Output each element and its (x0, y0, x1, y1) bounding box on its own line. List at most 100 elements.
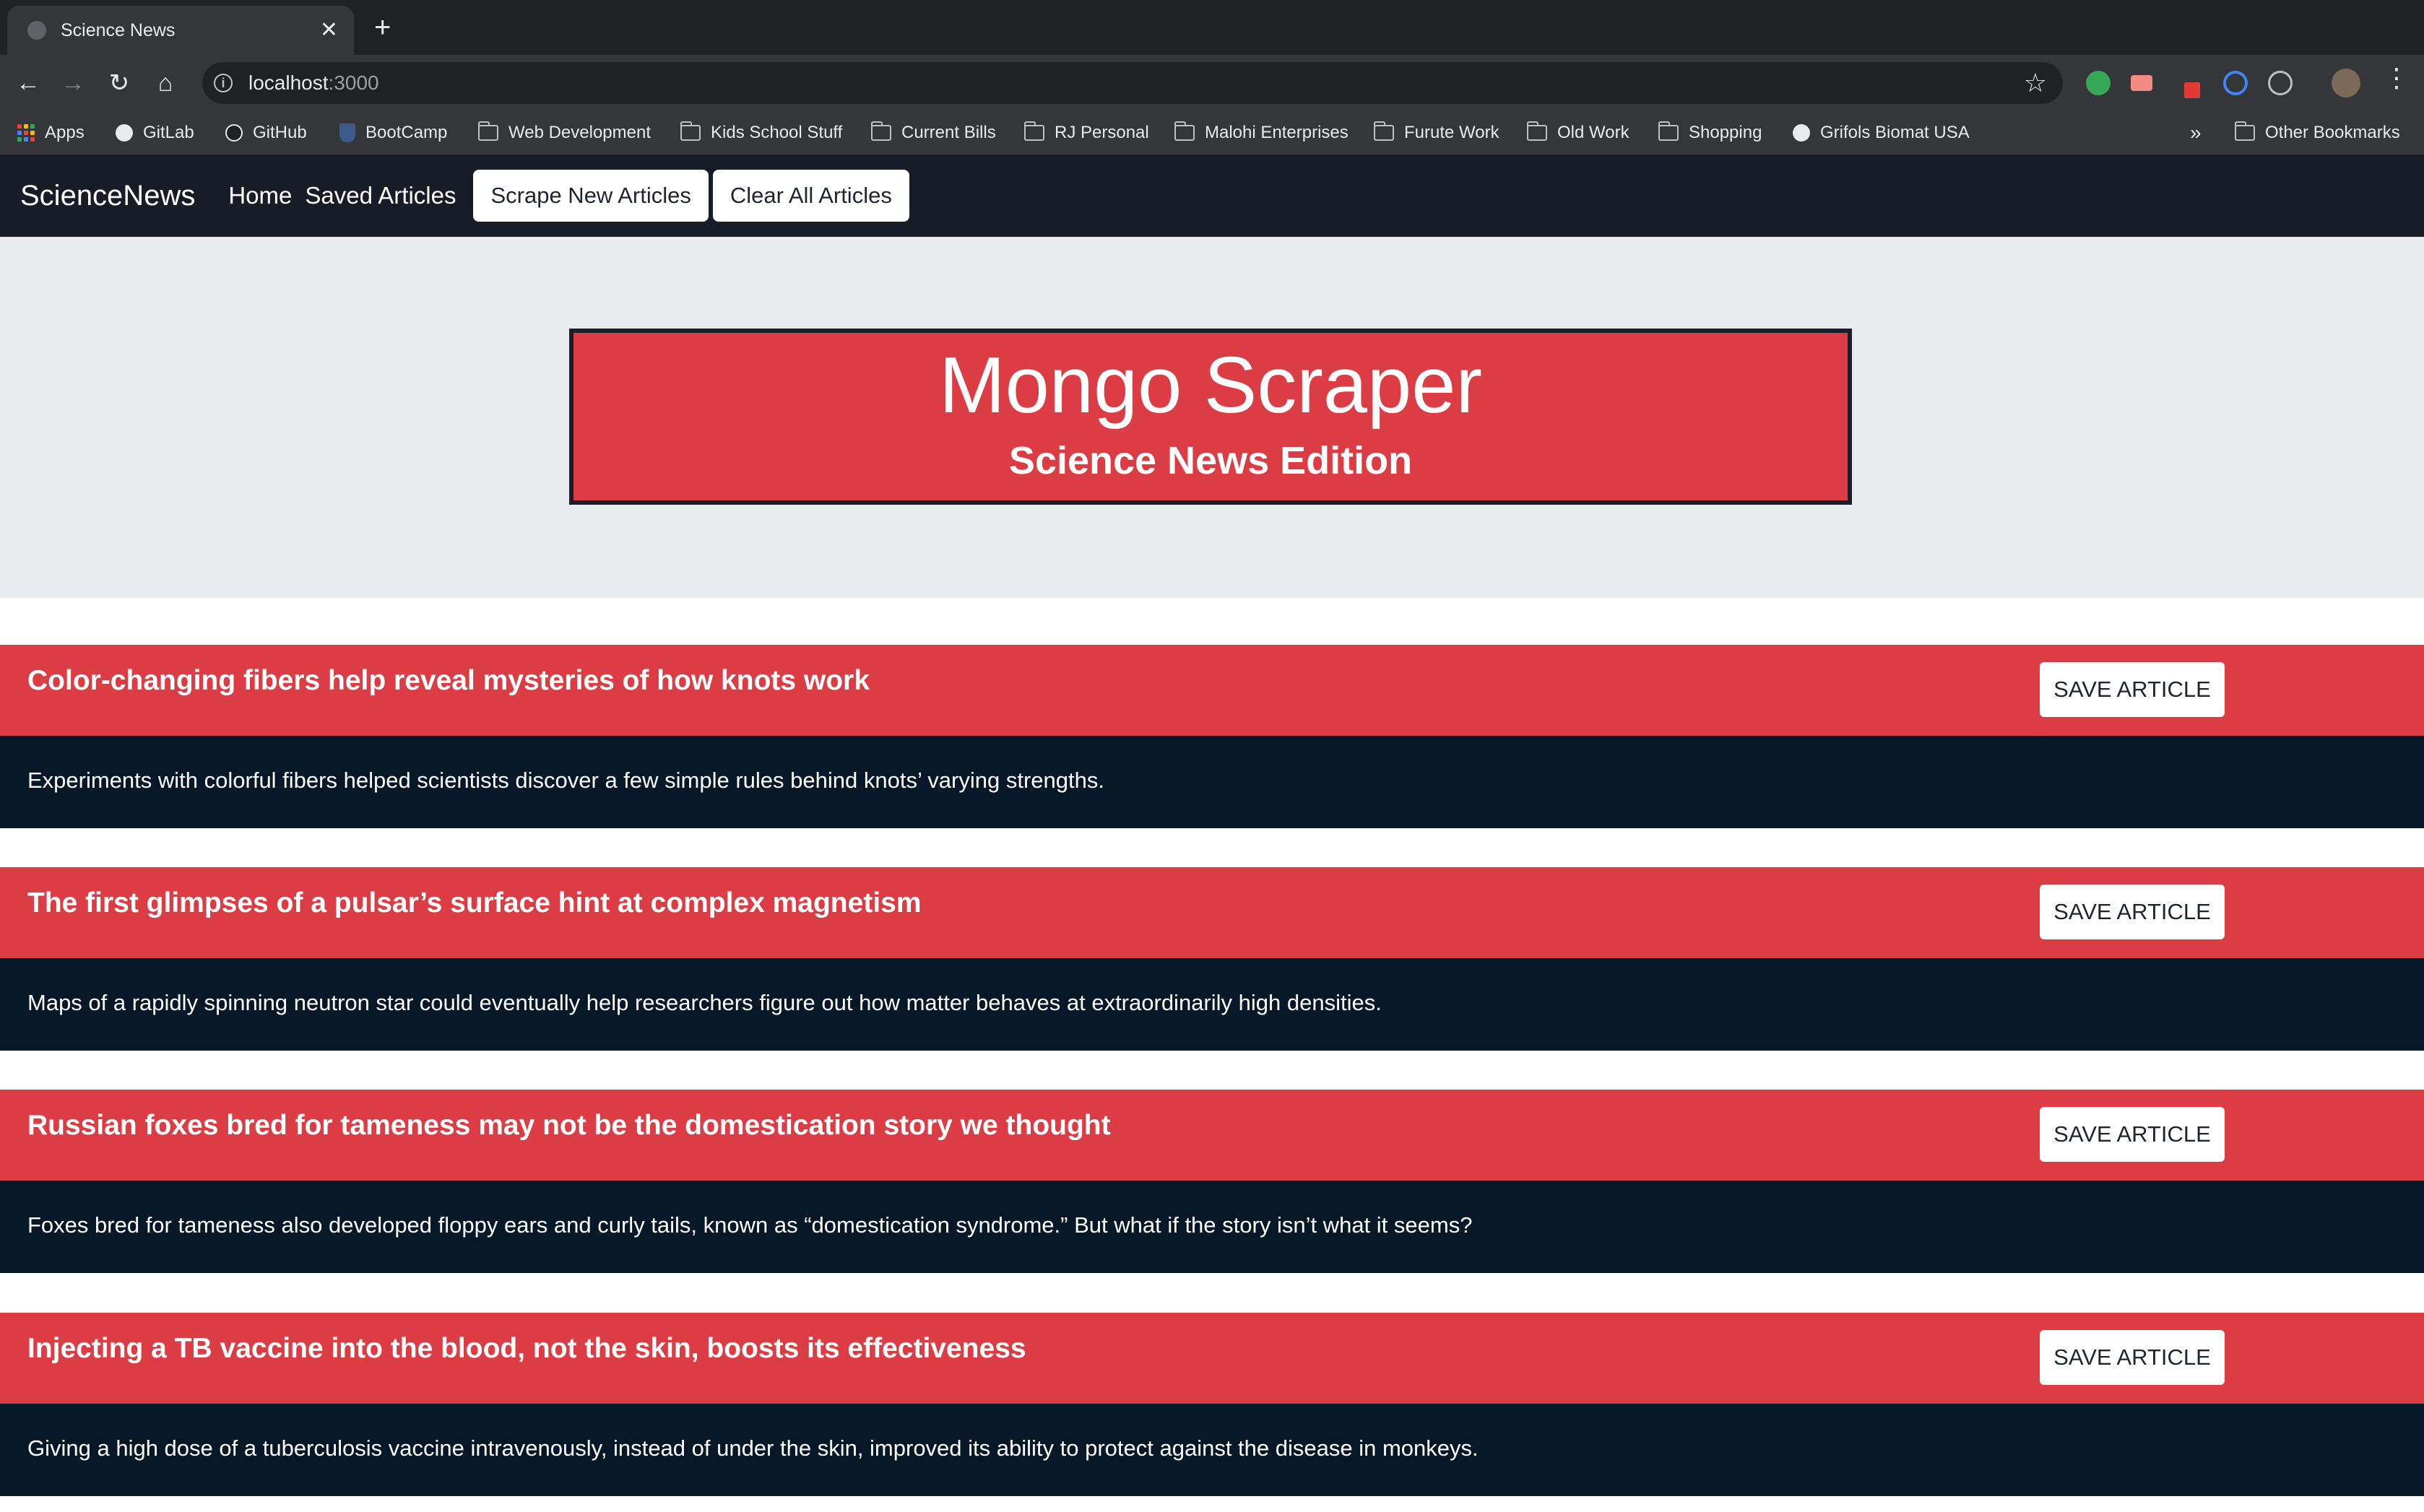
folder-icon (871, 121, 891, 141)
bookmark-label: Other Bookmarks (2265, 123, 2400, 142)
page-title: Mongo Scraper (938, 341, 1483, 430)
folder-icon (478, 121, 498, 141)
bookmark-label: GitLab (143, 123, 194, 142)
article-summary: Foxes bred for tameness also developed f… (27, 1212, 1473, 1238)
article-body: Foxes bred for tameness also developed f… (0, 1181, 2424, 1273)
bookmark-kids-school-stuff[interactable]: Kids School Stuff (680, 111, 842, 155)
article-body: Maps of a rapidly spinning neutron star … (0, 958, 2424, 1051)
globe-icon (116, 124, 133, 142)
bookmark-gitlab[interactable]: GitLab (116, 111, 194, 155)
bookmark-old-work[interactable]: Old Work (1527, 111, 1629, 155)
apps-icon (17, 124, 35, 142)
folder-icon (680, 121, 701, 141)
url-port: :3000 (328, 71, 379, 94)
bookmark-grifols-biomat-usa[interactable]: Grifols Biomat USA (1793, 111, 1970, 155)
folder-icon (1024, 121, 1044, 141)
bookmarks-overflow-button[interactable]: » (2190, 111, 2202, 155)
bookmark-label: Grifols Biomat USA (1820, 123, 1970, 142)
save-article-button[interactable]: SAVE ARTICLE (2040, 1107, 2225, 1162)
browser-tab[interactable]: Science News ✕ (7, 6, 354, 55)
site-navbar: ScienceNews Home Saved Articles Scrape N… (0, 155, 2424, 237)
article-summary: Giving a high dose of a tuberculosis vac… (27, 1435, 1479, 1461)
article-title[interactable]: The first glimpses of a pulsar’s surface… (27, 887, 922, 919)
hero-banner: Mongo Scraper Science News Edition (569, 329, 1852, 505)
article-summary: Experiments with colorful fibers helped … (27, 768, 1104, 793)
article-card: The first glimpses of a pulsar’s surface… (0, 867, 2424, 1051)
clear-all-articles-button[interactable]: Clear All Articles (712, 170, 909, 222)
nav-home-link[interactable]: Home (228, 182, 292, 209)
article-card: Injecting a TB vaccine into the blood, n… (0, 1313, 2424, 1496)
react-icon[interactable] (2268, 71, 2293, 95)
bookmark-apps[interactable]: Apps (17, 111, 85, 155)
bookmark-label: Shopping (1689, 123, 1762, 142)
bookmark-label: Furute Work (1404, 123, 1499, 142)
forward-arrow-icon[interactable]: → (55, 65, 91, 101)
globe-icon (1793, 124, 1810, 142)
article-title[interactable]: Injecting a TB vaccine into the blood, n… (27, 1333, 1026, 1365)
bookmark-label: Kids School Stuff (711, 123, 843, 142)
save-article-button[interactable]: SAVE ARTICLE (2040, 1330, 2225, 1385)
scrape-new-articles-button[interactable]: Scrape New Articles (473, 170, 709, 222)
reload-icon[interactable]: ↻ (101, 65, 137, 101)
bookmark-rj-personal[interactable]: RJ Personal (1024, 111, 1149, 155)
bookmark-label: Malohi Enterprises (1205, 123, 1349, 142)
page-subtitle: Science News Edition (1008, 439, 1413, 482)
bookmark-bootcamp[interactable]: BootCamp (339, 111, 447, 155)
address-bar[interactable]: i localhost:3000 ☆ (202, 62, 2063, 104)
folder-icon (1658, 121, 1679, 141)
brand-link[interactable]: ScienceNews (20, 180, 195, 212)
bookmark-label: RJ Personal (1055, 123, 1149, 142)
article-header: Color-changing fibers help reveal myster… (0, 645, 2424, 736)
save-article-button[interactable]: SAVE ARTICLE (2040, 885, 2225, 939)
close-icon[interactable]: ✕ (320, 19, 338, 41)
nav-saved-articles-link[interactable]: Saved Articles (305, 182, 456, 209)
star-icon[interactable]: ☆ (2024, 68, 2047, 98)
extension-icon[interactable] (2086, 71, 2111, 95)
tab-title: Science News (61, 19, 176, 40)
bookmark-github[interactable]: GitHub (225, 111, 307, 155)
bookmark-label: GitHub (253, 123, 307, 142)
article-card: Color-changing fibers help reveal myster… (0, 645, 2424, 828)
article-title[interactable]: Color-changing fibers help reveal myster… (27, 665, 870, 697)
bookmark-label: BootCamp (365, 123, 448, 142)
bookmark-label: Apps (45, 123, 85, 142)
folder-icon (1374, 121, 1394, 141)
menu-icon[interactable]: ⋮ (2384, 65, 2410, 91)
globe-icon (27, 21, 46, 40)
bookmark-web-development[interactable]: Web Development (478, 111, 651, 155)
home-icon[interactable]: ⌂ (147, 65, 183, 101)
save-article-button[interactable]: SAVE ARTICLE (2040, 662, 2225, 717)
browser-toolbar: ← → ↻ ⌂ i localhost:3000 ☆ ⋮ (0, 55, 2424, 111)
bookmarks-bar: Apps GitLab GitHub BootCamp Web Developm… (0, 111, 2424, 155)
folder-icon (2235, 121, 2255, 141)
new-tab-icon[interactable]: + (374, 13, 391, 42)
bookmark-other-bookmarks[interactable]: Other Bookmarks (2235, 111, 2400, 155)
article-header: Injecting a TB vaccine into the blood, n… (0, 1313, 2424, 1404)
info-icon[interactable]: i (214, 74, 233, 92)
extension-icon[interactable] (2184, 82, 2200, 98)
bookmark-current-bills[interactable]: Current Bills (871, 111, 996, 155)
article-header: The first glimpses of a pulsar’s surface… (0, 867, 2424, 958)
article-title[interactable]: Russian foxes bred for tameness may not … (27, 1110, 1111, 1142)
article-summary: Maps of a rapidly spinning neutron star … (27, 990, 1382, 1015)
folder-icon (1174, 121, 1195, 141)
extension-icon[interactable] (2131, 75, 2152, 91)
avatar[interactable] (2332, 69, 2360, 97)
browser-tab-bar: Science News ✕ + (0, 0, 2424, 55)
folder-icon (1527, 121, 1547, 141)
article-header: Russian foxes bred for tameness may not … (0, 1090, 2424, 1181)
bookmark-label: Web Development (508, 123, 651, 142)
bookmark-malohi-enterprises[interactable]: Malohi Enterprises (1174, 111, 1349, 155)
extension-icon[interactable] (2223, 71, 2248, 95)
url-host: localhost (248, 71, 329, 94)
bookmark-shopping[interactable]: Shopping (1658, 111, 1762, 155)
back-arrow-icon[interactable]: ← (10, 65, 46, 101)
bookmark-label: Old Work (1557, 123, 1629, 142)
github-icon (225, 124, 243, 142)
bookmark-furute-work[interactable]: Furute Work (1374, 111, 1499, 155)
jumbotron: Mongo Scraper Science News Edition (0, 237, 2424, 598)
article-body: Experiments with colorful fibers helped … (0, 736, 2424, 828)
article-body: Giving a high dose of a tuberculosis vac… (0, 1404, 2424, 1496)
article-card: Russian foxes bred for tameness may not … (0, 1090, 2424, 1273)
bookmark-label: Current Bills (901, 123, 996, 142)
